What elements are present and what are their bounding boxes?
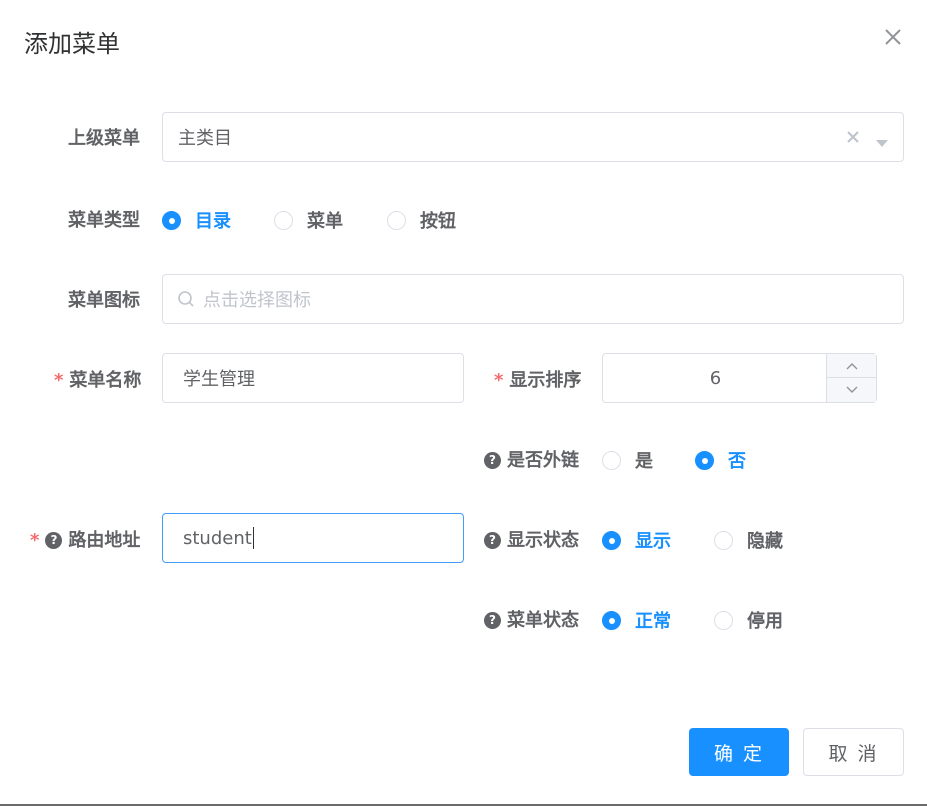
question-icon[interactable]: ?	[484, 452, 501, 469]
clear-icon[interactable]	[845, 129, 861, 150]
confirm-button[interactable]: 确 定	[689, 728, 789, 776]
radio-dot	[714, 610, 733, 630]
external-link-label-text: 是否外链	[507, 450, 579, 471]
radio-dot	[695, 450, 714, 470]
radio-dot	[274, 210, 293, 230]
menu-name-input[interactable]: 学生管理	[162, 353, 464, 403]
menu-name-label-text: 菜单名称	[69, 370, 142, 391]
route-path-label-text: 路由地址	[68, 530, 141, 551]
caret-down-icon[interactable]	[875, 133, 889, 154]
search-icon	[177, 290, 195, 308]
parent-menu-select[interactable]: 主类目	[162, 112, 904, 162]
display-order-label: * 显示排序	[494, 366, 581, 392]
menu-icon-placeholder: 点击选择图标	[203, 290, 311, 311]
radio-dot	[602, 450, 621, 470]
menu-type-radio-button[interactable]: 按钮	[387, 207, 456, 233]
question-icon[interactable]: ?	[484, 532, 501, 549]
dialog-title: 添加菜单	[24, 30, 120, 58]
text-cursor	[252, 527, 254, 549]
menu-status-label: ? 菜单状态	[484, 606, 579, 632]
display-order-label-text: 显示排序	[509, 370, 582, 391]
required-mark: *	[30, 530, 40, 551]
required-mark: *	[54, 370, 64, 391]
menu-name-value: 学生管理	[183, 369, 255, 390]
menu-icon-input[interactable]: 点击选择图标	[162, 274, 904, 324]
radio-label: 是	[635, 451, 653, 472]
display-status-radio-hide[interactable]: 隐藏	[714, 527, 783, 553]
display-status-label: ? 显示状态	[484, 526, 579, 552]
radio-dot	[602, 610, 621, 630]
question-icon[interactable]: ?	[45, 532, 63, 549]
external-link-radio-no[interactable]: 否	[695, 447, 746, 473]
route-path-label: *? 路由地址	[30, 526, 140, 552]
display-status-label-text: 显示状态	[507, 530, 579, 551]
menu-name-label: * 菜单名称	[54, 366, 141, 392]
stepper-buttons	[826, 354, 876, 402]
radio-dot	[602, 530, 621, 550]
menu-status-radio-disabled[interactable]: 停用	[714, 607, 783, 633]
question-icon[interactable]: ?	[484, 612, 501, 629]
chevron-up-icon	[846, 362, 857, 369]
radio-label: 正常	[635, 611, 671, 632]
radio-dot	[387, 210, 406, 230]
radio-label: 目录	[195, 211, 231, 232]
parent-menu-value: 主类目	[178, 128, 232, 149]
parent-menu-label: 上级菜单	[68, 128, 140, 149]
display-order-value: 6	[709, 367, 722, 389]
radio-label: 显示	[635, 531, 671, 552]
menu-type-radio-menu[interactable]: 菜单	[274, 207, 343, 233]
decrease-button[interactable]	[827, 378, 876, 402]
menu-type-radio-directory[interactable]: 目录	[162, 207, 231, 233]
chevron-down-icon	[846, 386, 857, 393]
menu-status-label-text: 菜单状态	[507, 610, 579, 631]
increase-button[interactable]	[827, 354, 876, 378]
add-menu-dialog: 添加菜单 上级菜单 主类目 菜单类型 目录 菜单 按钮 菜单图标 点击选择图标 …	[0, 0, 927, 806]
route-path-value: student	[183, 527, 252, 549]
cancel-button[interactable]: 取 消	[803, 728, 904, 776]
external-link-label: ? 是否外链	[484, 446, 579, 472]
external-link-radio-yes[interactable]: 是	[602, 447, 653, 473]
route-path-input[interactable]: student	[162, 513, 464, 563]
display-order-number-input[interactable]: 6	[602, 353, 877, 403]
menu-status-radio-normal[interactable]: 正常	[602, 607, 671, 633]
radio-dot	[714, 530, 733, 550]
radio-label: 隐藏	[747, 531, 783, 552]
radio-label: 否	[728, 451, 746, 472]
menu-icon-label: 菜单图标	[68, 290, 140, 311]
required-mark: *	[494, 370, 504, 391]
radio-label: 菜单	[307, 211, 343, 232]
menu-type-label: 菜单类型	[68, 210, 140, 231]
close-icon[interactable]	[880, 24, 906, 50]
radio-label: 按钮	[420, 211, 456, 232]
radio-label: 停用	[747, 611, 783, 632]
display-status-radio-show[interactable]: 显示	[602, 527, 671, 553]
radio-dot	[162, 210, 181, 230]
